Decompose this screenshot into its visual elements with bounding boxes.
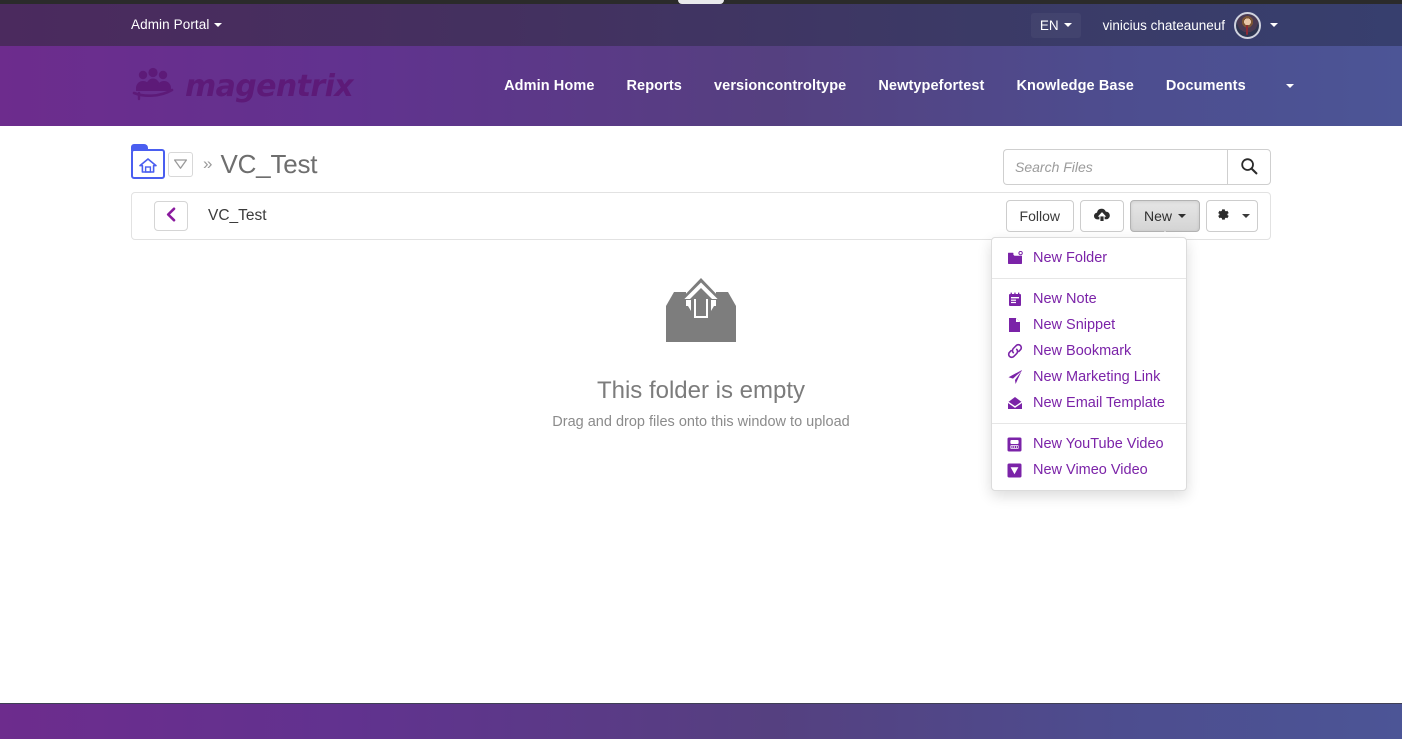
upload-inbox-icon bbox=[660, 276, 742, 355]
youtube-icon bbox=[1006, 437, 1023, 452]
menu-item-label: New Email Template bbox=[1033, 395, 1165, 411]
menu-item-new-vimeo-video[interactable]: New Vimeo Video bbox=[992, 457, 1186, 483]
menu-item-new-bookmark[interactable]: New Bookmark bbox=[992, 338, 1186, 364]
folder-toolbar: VC_Test Follow New New Folder New Note N… bbox=[131, 192, 1271, 491]
cloud-upload-icon bbox=[1092, 207, 1112, 226]
search-button[interactable] bbox=[1227, 149, 1271, 185]
upload-button[interactable] bbox=[1079, 200, 1124, 232]
menu-separator bbox=[992, 423, 1186, 424]
toolbar-actions: Follow New bbox=[1005, 200, 1258, 242]
menu-separator bbox=[992, 278, 1186, 279]
folder-name-label: VC_Test bbox=[208, 207, 267, 224]
new-button[interactable]: New bbox=[1129, 200, 1200, 242]
envelope-open-icon bbox=[1006, 396, 1023, 410]
search-input[interactable] bbox=[1003, 149, 1227, 185]
admin-portal-menu[interactable]: Admin Portal bbox=[131, 17, 223, 32]
chevron-down-icon bbox=[1285, 84, 1294, 88]
vimeo-icon bbox=[1006, 463, 1023, 478]
nav-overflow-menu[interactable] bbox=[1262, 84, 1318, 88]
nav-item-reports[interactable]: Reports bbox=[610, 78, 698, 94]
nav-item-documents[interactable]: Documents bbox=[1150, 78, 1262, 94]
menu-item-new-youtube-video[interactable]: New YouTube Video bbox=[992, 431, 1186, 457]
chevron-down-icon bbox=[1242, 214, 1250, 218]
nav-item-newtypefortest[interactable]: Newtypefortest bbox=[862, 78, 1000, 94]
chevron-left-icon bbox=[165, 207, 177, 225]
nav-item-admin-home[interactable]: Admin Home bbox=[488, 78, 610, 94]
empty-state-title: This folder is empty bbox=[596, 377, 806, 404]
menu-item-label: New Note bbox=[1033, 291, 1097, 307]
menu-item-label: New Vimeo Video bbox=[1033, 462, 1148, 478]
note-icon bbox=[1006, 292, 1023, 307]
brand-name: magentrix bbox=[185, 68, 354, 104]
magentrix-people-icon bbox=[131, 66, 177, 107]
brand-logo[interactable]: magentrix bbox=[131, 66, 354, 107]
top-utility-bar: Admin Portal EN vinicius chateauneuf bbox=[0, 4, 1402, 46]
breadcrumb-separator: » bbox=[203, 154, 213, 173]
empty-state-subtitle: Drag and drop files onto this window to … bbox=[552, 414, 850, 430]
utility-bar-right: EN vinicius chateauneuf bbox=[1030, 11, 1278, 39]
menu-item-label: New Snippet bbox=[1033, 317, 1116, 333]
search-icon bbox=[1240, 157, 1258, 178]
follow-button[interactable]: Follow bbox=[1005, 200, 1074, 232]
new-dropdown-menu: New Folder New Note New Snippet New Book… bbox=[991, 237, 1187, 491]
user-name: vinicius chateauneuf bbox=[1102, 17, 1225, 33]
content-container: » VC_Test Search Files VC_Test Follow Ne… bbox=[131, 126, 1271, 491]
page-title: VC_Test bbox=[220, 148, 318, 179]
document-icon bbox=[1006, 317, 1023, 333]
menu-item-new-marketing-link[interactable]: New Marketing Link bbox=[992, 364, 1186, 390]
menu-item-label: New Folder bbox=[1033, 250, 1108, 266]
primary-navigation: Admin Home Reports versioncontroltype Ne… bbox=[488, 78, 1318, 94]
language-label: EN bbox=[1039, 17, 1059, 33]
chevron-down-icon bbox=[1270, 23, 1278, 27]
menu-item-label: New Bookmark bbox=[1033, 343, 1132, 359]
chevron-down-icon bbox=[1063, 23, 1072, 27]
paper-plane-icon bbox=[1006, 369, 1023, 385]
folder-plus-icon bbox=[1006, 251, 1023, 265]
nav-item-knowledge-base[interactable]: Knowledge Base bbox=[1000, 78, 1149, 94]
link-icon bbox=[1006, 343, 1023, 359]
chevron-down-icon bbox=[1178, 214, 1186, 218]
page-body: » VC_Test Search Files VC_Test Follow Ne… bbox=[0, 126, 1402, 703]
gear-icon bbox=[1214, 206, 1231, 226]
nav-item-versioncontroltype[interactable]: versioncontroltype bbox=[698, 78, 862, 94]
utility-bar-left: Admin Portal bbox=[131, 16, 223, 34]
breadcrumb-dropdown-toggle[interactable] bbox=[168, 151, 193, 177]
menu-item-label: New Marketing Link bbox=[1033, 369, 1161, 385]
avatar bbox=[1234, 11, 1261, 39]
page-footer bbox=[0, 703, 1402, 739]
menu-item-new-email-template[interactable]: New Email Template bbox=[992, 390, 1186, 416]
user-menu[interactable]: vinicius chateauneuf bbox=[1102, 11, 1278, 39]
settings-button[interactable] bbox=[1206, 200, 1258, 232]
menu-item-label: New YouTube Video bbox=[1033, 436, 1164, 452]
admin-portal-label: Admin Portal bbox=[131, 17, 210, 32]
chevron-down-icon bbox=[214, 22, 223, 27]
home-folder-icon[interactable] bbox=[131, 144, 165, 179]
menu-item-new-folder[interactable]: New Folder bbox=[992, 245, 1186, 271]
back-button[interactable] bbox=[154, 201, 188, 231]
new-label: New bbox=[1143, 208, 1172, 224]
menu-item-new-note[interactable]: New Note bbox=[992, 286, 1186, 312]
language-selector[interactable]: EN bbox=[1030, 12, 1081, 38]
search-files bbox=[1003, 149, 1271, 185]
follow-label: Follow bbox=[1019, 208, 1060, 224]
breadcrumb-row: » VC_Test bbox=[131, 126, 1271, 188]
menu-item-new-snippet[interactable]: New Snippet bbox=[992, 312, 1186, 338]
main-navbar: magentrix Admin Home Reports versioncont… bbox=[0, 46, 1402, 126]
